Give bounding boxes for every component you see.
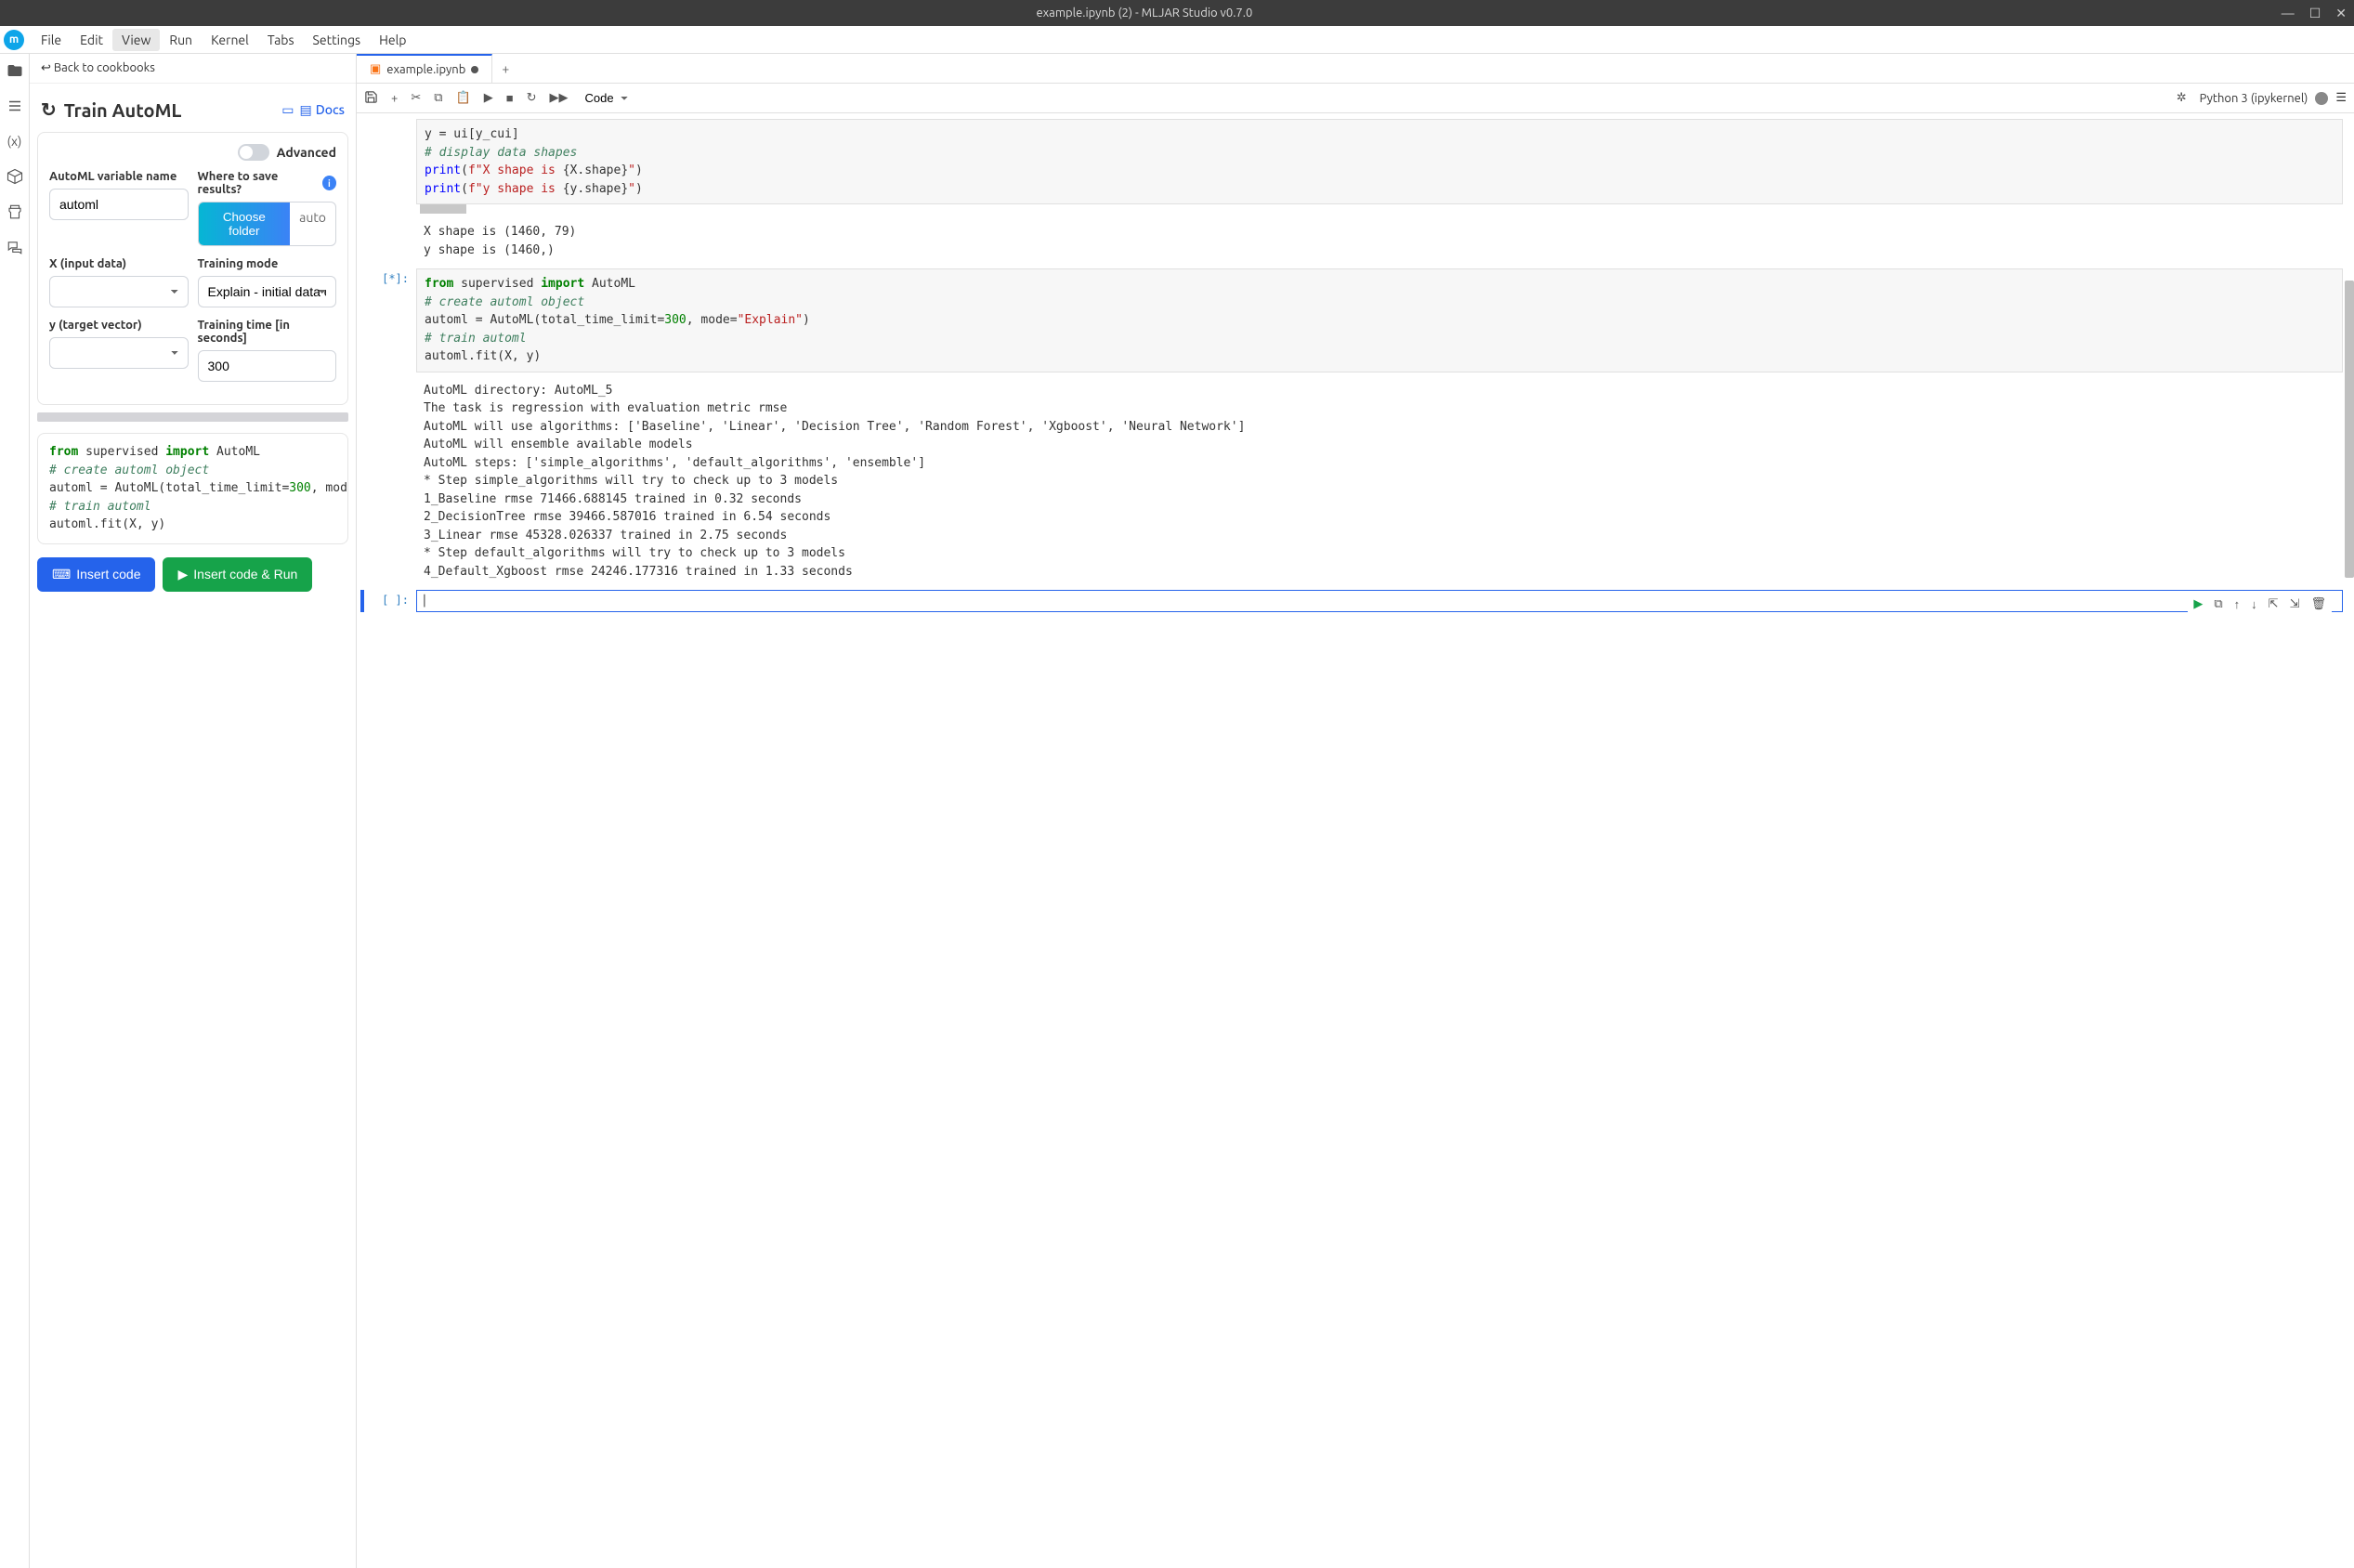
- menu-help[interactable]: Help: [370, 29, 415, 51]
- window-title: example.ipynb (2) - MLJAR Studio v0.7.0: [7, 7, 2282, 20]
- window-icon[interactable]: ▭: [281, 102, 294, 118]
- menu-view[interactable]: View: [112, 29, 160, 51]
- code-cell-editor[interactable]: from supervised import AutoML # create a…: [416, 268, 2343, 372]
- var-name-label: AutoML variable name: [49, 170, 189, 183]
- cut-icon[interactable]: ✂: [411, 91, 421, 105]
- cell-prompt-empty: [ ]:: [366, 590, 416, 612]
- vertical-scrollbar[interactable]: [2345, 281, 2354, 578]
- cell-insert-below-icon[interactable]: ⇲: [2290, 597, 2300, 611]
- code-cell-active[interactable]: [ ]: ▶ ⧉ ↑ ↓ ⇱ ⇲ 🗑 |: [360, 590, 2343, 612]
- tab-example-ipynb[interactable]: ▣ example.ipynb: [357, 54, 492, 83]
- run-icon[interactable]: ▶: [484, 91, 493, 105]
- menu-run[interactable]: Run: [160, 29, 202, 51]
- notebook-toolbar: + ✂ ⧉ 📋 ▶ ■ ↻ ▶▶ Code ✲ Python 3 (ipyker…: [357, 84, 2354, 113]
- cell-delete-icon[interactable]: 🗑: [2310, 597, 2326, 611]
- output-cell: AutoML directory: AutoML_5 The task is r…: [360, 378, 2343, 585]
- app-logo-icon: m: [4, 30, 24, 50]
- cell-output: X shape is (1460, 79) y shape is (1460,): [416, 219, 2343, 263]
- insert-icon: ⌨: [52, 567, 71, 582]
- play-icon: ▶: [177, 567, 188, 582]
- cell-insert-above-icon[interactable]: ⇱: [2269, 597, 2279, 611]
- kernel-status-icon[interactable]: [2315, 92, 2328, 105]
- docs-icon: ▤: [299, 102, 311, 118]
- kernel-name[interactable]: Python 3 (ipykernel): [2200, 92, 2308, 105]
- list-icon[interactable]: [6, 97, 24, 115]
- cell-type-select[interactable]: Code: [582, 89, 634, 107]
- package-icon[interactable]: [6, 167, 24, 186]
- bug-icon[interactable]: ✲: [2177, 91, 2187, 105]
- code-cell[interactable]: [*]: from supervised import AutoML # cre…: [360, 268, 2343, 372]
- copy-icon[interactable]: ⧉: [434, 91, 442, 105]
- stop-icon[interactable]: ■: [506, 91, 514, 105]
- output-cell: X shape is (1460, 79) y shape is (1460,): [360, 219, 2343, 263]
- training-time-label: Training time [in seconds]: [198, 319, 337, 345]
- panel-title: ↻ Train AutoML: [41, 98, 274, 121]
- training-mode-label: Training mode: [198, 257, 337, 270]
- cell-run-icon[interactable]: ▶: [2193, 597, 2203, 611]
- y-target-select[interactable]: [49, 337, 189, 369]
- menubar: m File Edit View Run Kernel Tabs Setting…: [0, 26, 2354, 54]
- insert-code-button[interactable]: ⌨ Insert code: [37, 557, 155, 592]
- menu-edit[interactable]: Edit: [71, 29, 112, 51]
- advanced-toggle[interactable]: [238, 144, 269, 161]
- maximize-icon[interactable]: ☐: [2309, 6, 2321, 21]
- notebook-panel: ▣ example.ipynb + + ✂ ⧉ 📋 ▶ ■ ↻ ▶▶ Code …: [357, 54, 2354, 1568]
- code-cell-editor[interactable]: y = ui[y_cui] # display data shapes prin…: [416, 119, 2343, 204]
- notebook-body[interactable]: y = ui[y_cui] # display data shapes prin…: [357, 113, 2354, 1568]
- cell-horizontal-scrollbar[interactable]: [416, 204, 2343, 214]
- close-icon[interactable]: ✕: [2335, 6, 2347, 21]
- restart-icon[interactable]: ↻: [527, 91, 537, 105]
- training-time-input[interactable]: [198, 350, 337, 382]
- notebook-icon: ▣: [370, 62, 381, 76]
- tab-bar: ▣ example.ipynb +: [357, 54, 2354, 84]
- code-cell[interactable]: y = ui[y_cui] # display data shapes prin…: [360, 119, 2343, 214]
- x-input-select[interactable]: [49, 276, 189, 307]
- chat-icon[interactable]: [6, 238, 24, 256]
- window-titlebar: example.ipynb (2) - MLJAR Studio v0.7.0 …: [0, 0, 2354, 26]
- cell-duplicate-icon[interactable]: ⧉: [2214, 597, 2222, 611]
- var-name-input[interactable]: [49, 189, 189, 220]
- menu-file[interactable]: File: [32, 29, 71, 51]
- training-mode-select[interactable]: Explain - initial data exploration: [198, 276, 337, 307]
- cell-output: AutoML directory: AutoML_5 The task is r…: [416, 378, 2343, 585]
- y-target-label: y (target vector): [49, 319, 189, 332]
- recipe-icon[interactable]: [6, 203, 24, 221]
- back-to-cookbooks-link[interactable]: ↩ Back to cookbooks: [30, 54, 356, 84]
- docs-link[interactable]: ▤ Docs: [299, 102, 345, 118]
- variable-icon[interactable]: (x): [6, 132, 24, 150]
- automl-icon: ↻: [41, 98, 57, 121]
- save-icon[interactable]: [364, 90, 378, 107]
- fast-forward-icon[interactable]: ▶▶: [550, 91, 569, 105]
- activity-bar: (x): [0, 54, 30, 1568]
- automl-form: Advanced AutoML variable name Where to s…: [37, 132, 348, 405]
- tab-dirty-icon[interactable]: [471, 66, 478, 73]
- menu-tabs[interactable]: Tabs: [258, 29, 304, 51]
- info-icon[interactable]: i: [322, 176, 336, 190]
- choose-folder-button[interactable]: Choose folder: [199, 203, 291, 245]
- kernel-menu-icon[interactable]: ☰: [2335, 91, 2347, 105]
- cell-action-bar: ▶ ⧉ ↑ ↓ ⇱ ⇲ 🗑: [2188, 595, 2332, 613]
- minimize-icon[interactable]: —: [2282, 6, 2295, 21]
- menu-kernel[interactable]: Kernel: [202, 29, 258, 51]
- folder-value: auto: [290, 203, 335, 245]
- horizontal-scrollbar[interactable]: [37, 412, 348, 422]
- save-results-label: Where to save results? i: [198, 170, 337, 196]
- cell-move-up-icon[interactable]: ↑: [2234, 597, 2241, 611]
- cell-move-down-icon[interactable]: ↓: [2251, 597, 2257, 611]
- active-cell-indicator: [360, 590, 364, 612]
- cookbook-panel: ↩ Back to cookbooks ↻ Train AutoML ▭ ▤ D…: [30, 54, 357, 1568]
- code-preview: from supervised import AutoML # create a…: [37, 433, 348, 544]
- add-cell-icon[interactable]: +: [391, 92, 398, 105]
- new-tab-button[interactable]: +: [492, 54, 518, 83]
- advanced-label: Advanced: [277, 145, 336, 160]
- menu-settings[interactable]: Settings: [304, 29, 371, 51]
- cell-prompt-running: [*]:: [360, 268, 416, 372]
- insert-code-run-button[interactable]: ▶ Insert code & Run: [163, 557, 312, 592]
- x-input-label: X (input data): [49, 257, 189, 270]
- paste-icon[interactable]: 📋: [456, 91, 471, 105]
- empty-code-input[interactable]: |: [416, 590, 2343, 612]
- folder-icon[interactable]: [6, 61, 24, 80]
